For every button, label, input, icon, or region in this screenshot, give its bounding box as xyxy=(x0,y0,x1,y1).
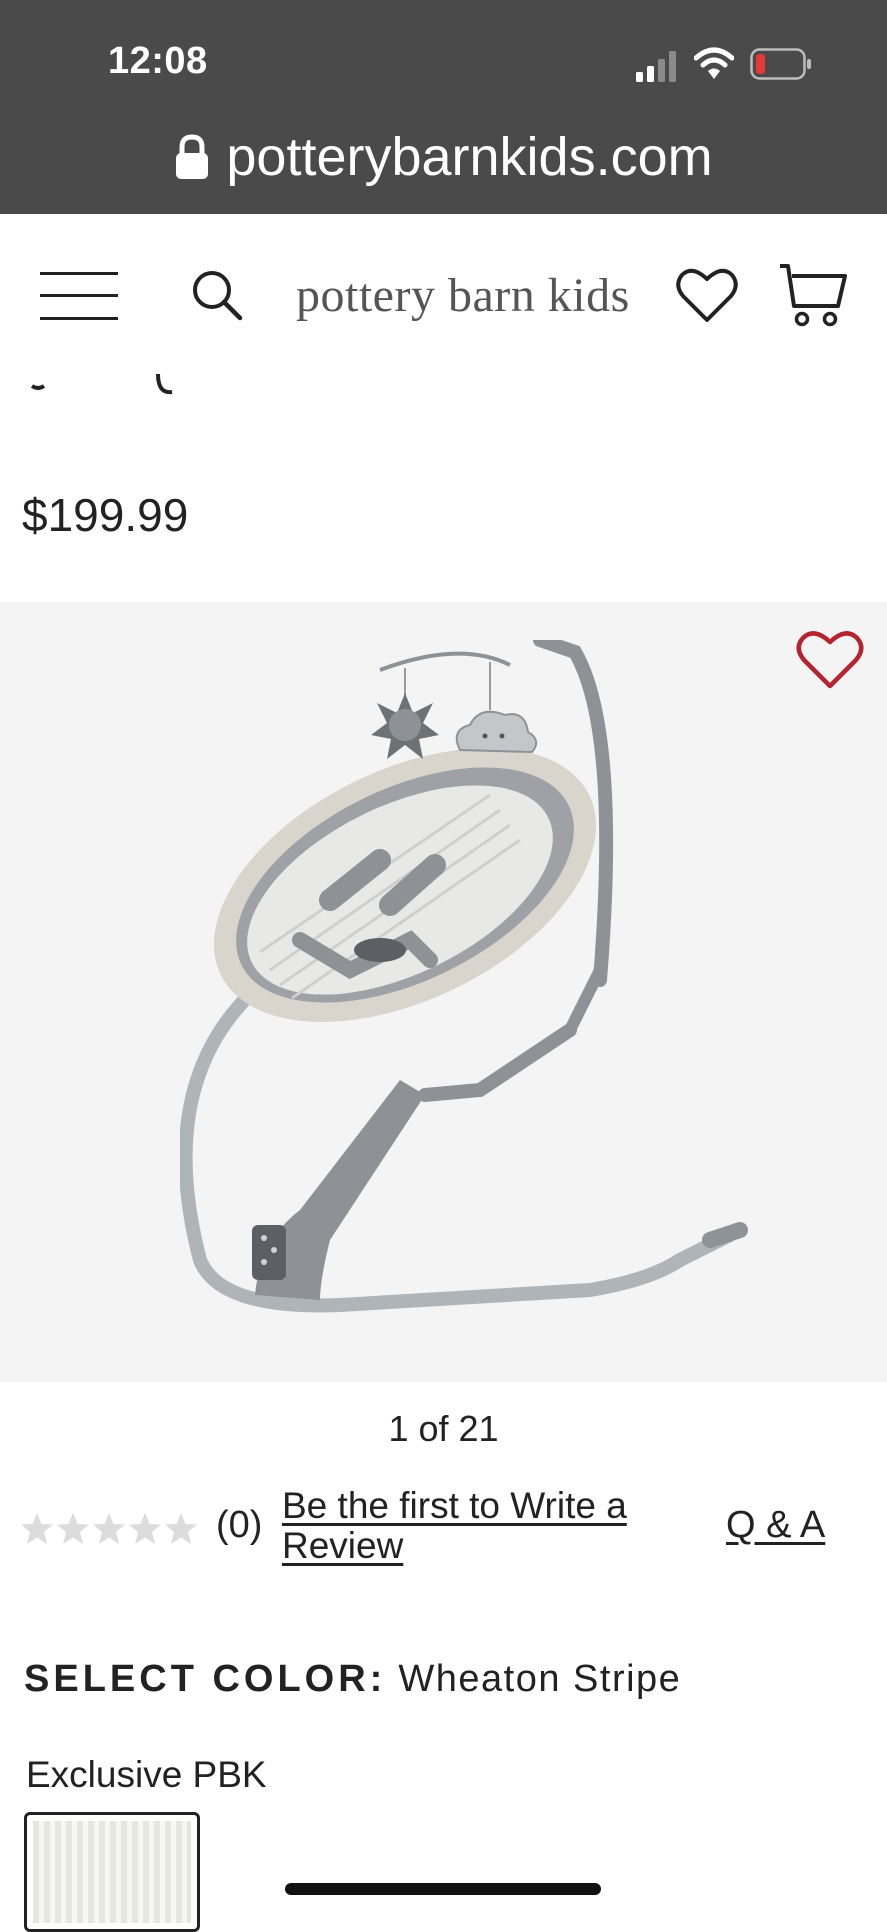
lock-icon xyxy=(176,134,209,179)
rating-star-icon xyxy=(129,1513,161,1544)
status-time: 12:08 xyxy=(108,40,208,82)
product-price: $199.99 xyxy=(22,489,189,541)
select-color-label: SELECT COLOR: xyxy=(24,1658,387,1700)
qa-link[interactable]: Q & A xyxy=(726,1504,825,1547)
rating-star-icon xyxy=(93,1513,125,1544)
status-bar: 12:08 potterybarnkids.com xyxy=(0,0,887,214)
select-color-value: Wheaton Stripe xyxy=(398,1658,682,1700)
gallery-counter: 1 of 21 xyxy=(388,1408,499,1449)
review-count: (0) xyxy=(216,1504,263,1546)
brand-logo[interactable]: pottery barn kids xyxy=(296,268,630,323)
shopping-cart-icon[interactable] xyxy=(778,262,848,328)
product-image-baby-swing xyxy=(180,640,748,1313)
favorite-heart-icon[interactable] xyxy=(796,628,864,690)
cellular-signal-icon xyxy=(636,51,676,82)
hamburger-menu-icon[interactable] xyxy=(38,268,120,324)
battery-icon xyxy=(750,48,811,80)
truncated-title-descenders xyxy=(30,373,173,395)
address-bar[interactable]: potterybarnkids.com xyxy=(0,122,887,192)
url-text: potterybarnkids.com xyxy=(226,127,713,187)
rating-star-icon xyxy=(57,1513,89,1544)
rating-star-icon xyxy=(21,1513,53,1544)
swatch-pattern xyxy=(33,1821,191,1923)
select-color-heading: SELECT COLOR: Wheaton Stripe xyxy=(24,1658,681,1701)
wifi-icon xyxy=(694,47,734,79)
wishlist-heart-icon[interactable] xyxy=(676,266,738,324)
rating-star-icon xyxy=(165,1513,197,1544)
home-indicator xyxy=(285,1883,601,1895)
write-review-link[interactable]: Be the first to Write a Review xyxy=(282,1486,682,1566)
color-group-label: Exclusive PBK xyxy=(26,1754,267,1795)
color-swatch-wheaton-stripe[interactable] xyxy=(24,1812,200,1932)
search-icon[interactable] xyxy=(188,266,244,322)
rating-stars xyxy=(20,1512,198,1546)
